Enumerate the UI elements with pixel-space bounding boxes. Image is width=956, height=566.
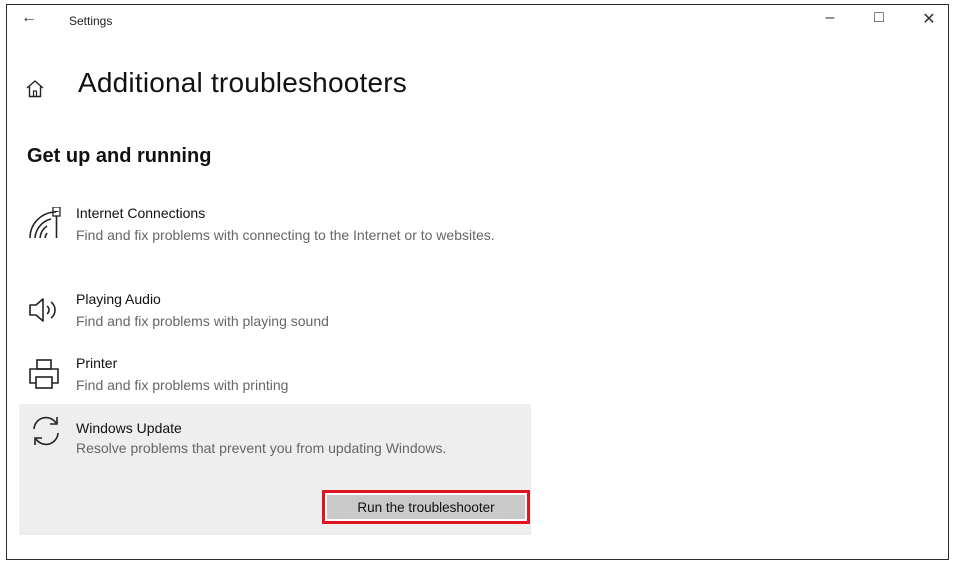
back-arrow-icon[interactable]: ←	[21, 9, 37, 27]
troubleshooter-name: Printer	[76, 355, 118, 371]
printer-icon	[27, 357, 61, 391]
run-button-highlight: Run the troubleshooter	[322, 490, 530, 524]
minimize-button[interactable]: –	[815, 9, 845, 31]
troubleshooter-windows-update[interactable]: Windows Update Resolve problems that pre…	[19, 404, 531, 535]
troubleshooter-name: Windows Update	[76, 420, 182, 436]
settings-window: ← Settings – □ ✕ Additional troubleshoot…	[6, 4, 949, 560]
sync-icon	[29, 414, 63, 448]
page-title: Additional troubleshooters	[78, 67, 407, 98]
troubleshooter-description: Find and fix problems with printing	[76, 377, 289, 393]
troubleshooter-name: Playing Audio	[76, 291, 161, 307]
speaker-icon	[27, 293, 61, 327]
troubleshooter-description: Find and fix problems with playing sound	[76, 313, 329, 329]
window-title: Settings	[69, 14, 113, 28]
close-button[interactable]: ✕	[914, 9, 944, 31]
section-title: Get up and running	[27, 145, 212, 167]
troubleshooter-description: Find and fix problems with connecting to…	[76, 227, 495, 243]
run-troubleshooter-button[interactable]: Run the troubleshooter	[327, 495, 525, 519]
maximize-button[interactable]: □	[864, 9, 894, 31]
title-bar: ← Settings – □ ✕	[7, 5, 948, 35]
troubleshooter-description: Resolve problems that prevent you from u…	[76, 440, 447, 456]
troubleshooter-playing-audio[interactable]: Playing Audio Find and fix problems with…	[19, 291, 531, 335]
troubleshooter-name: Internet Connections	[76, 205, 206, 221]
network-icon	[27, 206, 61, 241]
troubleshooter-printer[interactable]: Printer Find and fix problems with print…	[19, 355, 531, 399]
troubleshooter-internet-connections[interactable]: Internet Connections Find and fix proble…	[19, 205, 531, 267]
home-icon[interactable]	[25, 79, 45, 104]
